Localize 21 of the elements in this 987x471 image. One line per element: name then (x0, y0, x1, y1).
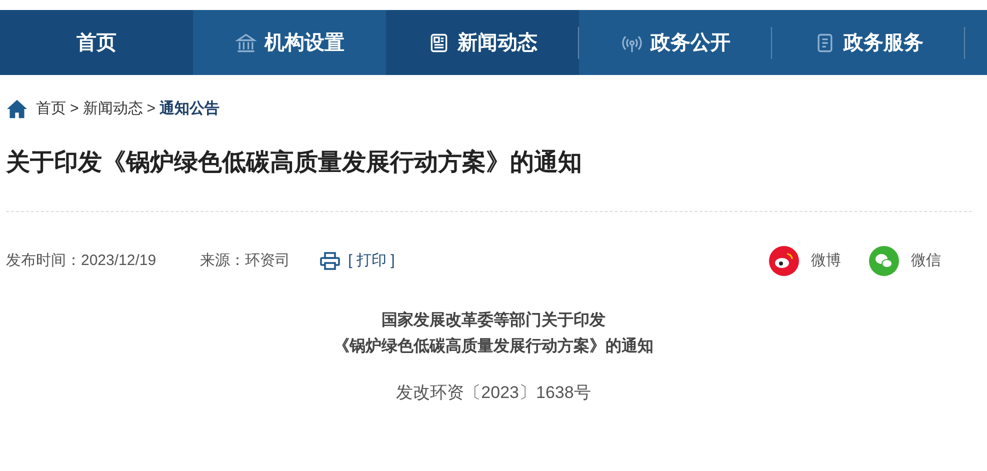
breadcrumb-separator: > (70, 98, 79, 119)
share-label[interactable]: 微信 (911, 250, 941, 272)
print-button[interactable]: [ 打印 ] (320, 250, 395, 272)
nav-tab[interactable]: 新闻动态 (386, 10, 579, 75)
document-heading: 《锅炉绿色低碳高质量发展行动方案》的通知 (334, 336, 654, 357)
building-icon (234, 32, 256, 54)
publish-date: 发布时间：2023/12/19 (6, 250, 156, 271)
article-title: 关于印发《锅炉绿色低碳高质量发展行动方案》的通知 (4, 148, 583, 178)
nav-tab[interactable]: 首页 (0, 10, 193, 75)
printer-icon (320, 252, 340, 270)
document-number: 发改环资〔2023〕1638号 (396, 382, 591, 404)
share-label[interactable]: 微博 (811, 250, 841, 272)
weibo-icon[interactable] (769, 246, 799, 276)
breadcrumb-link[interactable]: 通知公告 (160, 98, 220, 120)
breadcrumb-link[interactable]: 新闻动态 (82, 98, 143, 120)
wechat-icon[interactable] (869, 246, 899, 276)
breadcrumb-link[interactable]: 首页 (36, 98, 66, 120)
source: 来源：环资司 (200, 250, 290, 271)
breadcrumb-separator: > (146, 98, 156, 119)
home-icon[interactable] (6, 99, 28, 119)
document-heading: 国家发展改革委等部门关于印发 (382, 310, 606, 331)
